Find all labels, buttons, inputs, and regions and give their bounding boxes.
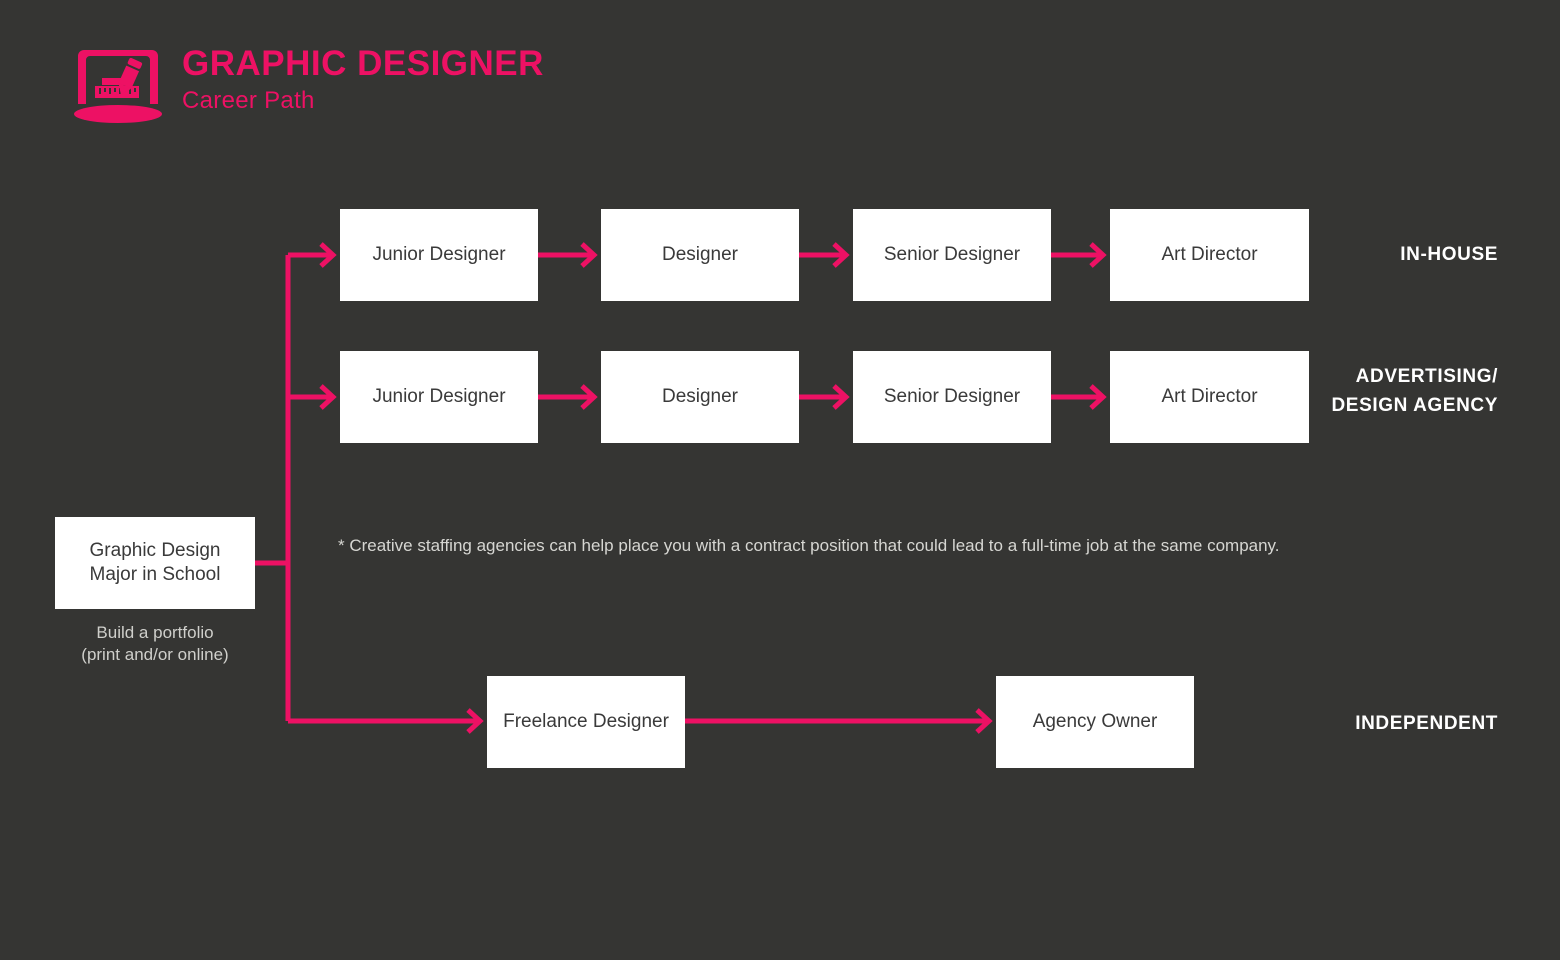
track-label-advertising-design-agency: ADVERTISING/ DESIGN AGENCY (1331, 362, 1498, 421)
start-caption-line1: Build a portfolio (96, 623, 214, 642)
node-label-line1: Graphic Design (89, 540, 221, 562)
node-inhouse-art-director[interactable]: Art Director (1110, 209, 1309, 301)
node-label-line2: Major in School (89, 564, 221, 585)
page-title: GRAPHIC DESIGNER (182, 44, 544, 83)
arrowhead-r3-1 (975, 708, 993, 734)
arrowhead-r1-1 (580, 242, 598, 268)
title-block: GRAPHIC DESIGNER Career Path (182, 46, 544, 113)
arrowhead-r2-1 (580, 384, 598, 410)
node-agency-designer[interactable]: Designer (601, 351, 799, 443)
track-label-in-house: IN-HOUSE (1400, 240, 1498, 269)
node-agency-junior-designer[interactable]: Junior Designer (340, 351, 538, 443)
page-subtitle: Career Path (182, 87, 315, 114)
node-label-wrapper: Graphic Design Major in School (90, 539, 221, 587)
track-label-in-house-line1: IN-HOUSE (1400, 244, 1498, 265)
node-inhouse-senior-designer[interactable]: Senior Designer (853, 209, 1051, 301)
start-caption: Build a portfolio (print and/or online) (55, 622, 255, 666)
node-inhouse-junior-designer[interactable]: Junior Designer (340, 209, 538, 301)
node-inhouse-designer[interactable]: Designer (601, 209, 799, 301)
track-label-independent-line1: INDEPENDENT (1355, 713, 1498, 734)
node-agency-owner[interactable]: Agency Owner (996, 676, 1194, 768)
track-label-agency-line2: DESIGN AGENCY (1331, 395, 1498, 417)
connector-layer (255, 242, 1107, 734)
node-graphic-design-major[interactable]: Graphic Design Major in School (55, 517, 255, 609)
track-label-agency-line1: ADVERTISING/ (1355, 366, 1498, 387)
arrowhead-r1-2 (832, 242, 850, 268)
arrowhead-r2-3 (1089, 384, 1107, 410)
node-agency-senior-designer[interactable]: Senior Designer (853, 351, 1051, 443)
header: GRAPHIC DESIGNER Career Path (70, 40, 544, 128)
arrowhead-row3-branch (466, 708, 484, 734)
arrowhead-row1-branch (319, 242, 337, 268)
arrowhead-r2-2 (832, 384, 850, 410)
diagram-canvas: GRAPHIC DESIGNER Career Path Graphic Des… (0, 0, 1560, 960)
arrowhead-row2-branch (319, 384, 337, 410)
footnote-text: * Creative staffing agencies can help pl… (338, 536, 1280, 555)
node-agency-art-director[interactable]: Art Director (1110, 351, 1309, 443)
laptop-pencil-ruler-icon (70, 42, 166, 128)
node-freelance-designer[interactable]: Freelance Designer (487, 676, 685, 768)
start-caption-line2: (print and/or online) (81, 645, 229, 665)
arrowhead-r1-3 (1089, 242, 1107, 268)
track-label-independent: INDEPENDENT (1355, 709, 1498, 738)
